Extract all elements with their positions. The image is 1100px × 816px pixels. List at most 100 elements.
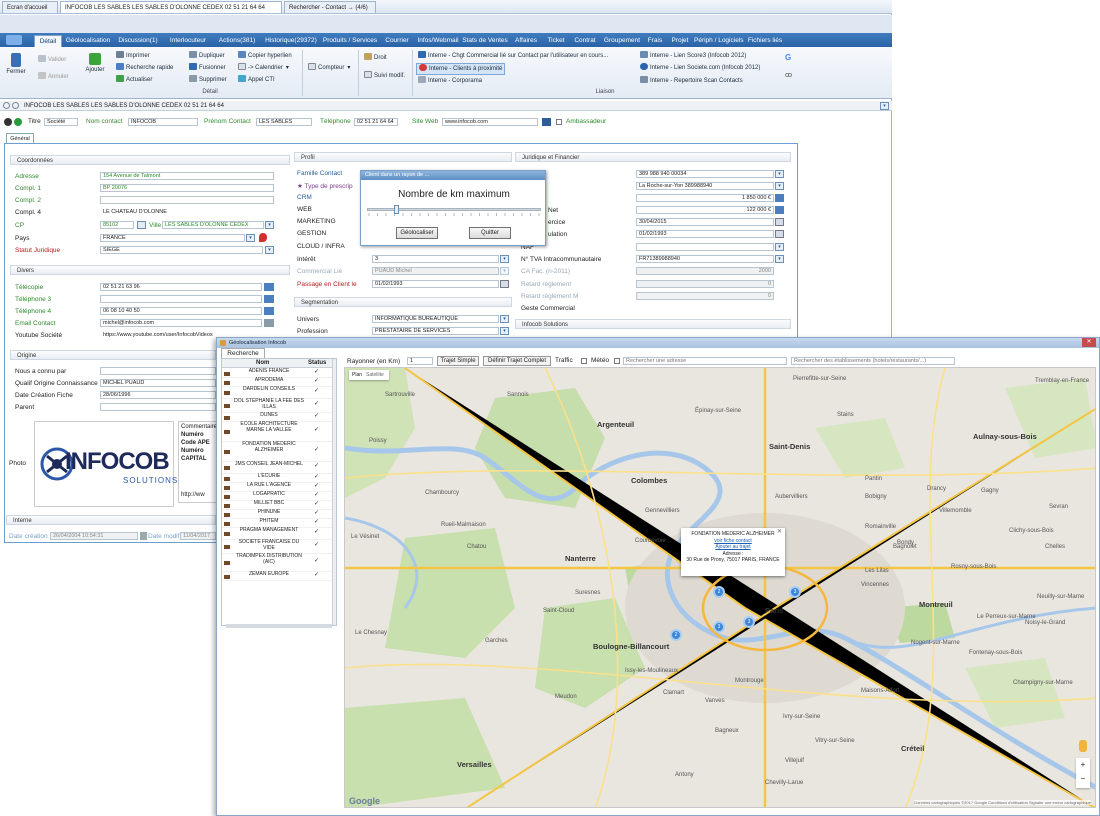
map-pin-icon[interactable]: [259, 233, 267, 242]
app-menu-icon[interactable]: [6, 35, 22, 45]
ribbon-tab[interactable]: Géolocalisation: [64, 35, 112, 47]
ribbon-tab[interactable]: Détail: [34, 35, 62, 47]
contact-name-field[interactable]: INFOCOB: [128, 118, 198, 126]
list-item[interactable]: TRADIMPEX DISTRIBUTION (AIC) ✓: [222, 553, 332, 572]
ribbon-tab[interactable]: Périph / Logiciels: [694, 35, 744, 47]
address-search-input[interactable]: Rechercher une adresse: [623, 357, 787, 365]
ribbon-tab[interactable]: Contrat: [570, 35, 600, 47]
street-view-pegman-icon[interactable]: [1079, 740, 1087, 752]
revenue-field[interactable]: 1 850 000 €: [636, 194, 774, 202]
list-item[interactable]: ECOLE ARCHITECTURE MARNE LA VALLEE ✓: [222, 421, 332, 442]
company-creation-field[interactable]: 01/02/1993: [636, 230, 774, 238]
tab-home[interactable]: Ecran d'accueil: [2, 1, 58, 13]
calendar-icon[interactable]: [775, 230, 784, 238]
map-type-plan[interactable]: Plan: [352, 370, 362, 380]
ribbon-tab[interactable]: Ticket: [544, 35, 568, 47]
map-type-satellite[interactable]: Satellite: [366, 370, 384, 380]
ribbon-tab[interactable]: Courrier: [380, 35, 414, 47]
ribbon-tab[interactable]: Projet: [668, 35, 692, 47]
quick-search-button[interactable]: Recherche rapide: [116, 63, 173, 73]
edit-icon[interactable]: [137, 221, 146, 229]
country-field[interactable]: FRANCE: [100, 234, 245, 242]
title-field[interactable]: Société: [44, 118, 78, 126]
legal-status-field[interactable]: SIEGE: [100, 246, 263, 254]
mail-icon[interactable]: [264, 319, 274, 327]
ambassador-checkbox[interactable]: [556, 119, 562, 125]
origin-qualification-field[interactable]: MICHEL PUAUD: [100, 379, 216, 387]
liaison-corporama-button[interactable]: Interne - Corporama: [418, 76, 482, 86]
calendar-button[interactable]: -> Calendrier ▾: [238, 63, 289, 73]
weather-checkbox[interactable]: [614, 358, 620, 364]
cluster-marker[interactable]: 2: [670, 629, 682, 641]
map-type-control[interactable]: Plan Satellite: [349, 370, 389, 380]
calendar-icon[interactable]: [775, 218, 784, 226]
print-button[interactable]: Imprimer: [116, 51, 150, 61]
ribbon-tab[interactable]: Groupement: [602, 35, 642, 47]
universe-dropdown[interactable]: ▾: [500, 315, 509, 323]
ribbon-tab[interactable]: Interlocuteur: [164, 35, 212, 47]
km-slider[interactable]: [367, 205, 541, 214]
siret-dropdown[interactable]: ▾: [775, 170, 784, 178]
close-icon[interactable]: ✕: [777, 529, 782, 536]
merge-button[interactable]: Fusionner: [189, 63, 226, 73]
rcs-dropdown[interactable]: ▾: [775, 182, 784, 190]
ribbon-tab[interactable]: Infos/Webmail: [416, 35, 460, 47]
cluster-marker[interactable]: 3: [789, 586, 801, 598]
fax-field[interactable]: 02 51 21 63 96: [100, 283, 262, 291]
naf-dropdown[interactable]: ▾: [775, 243, 784, 251]
rcs-field[interactable]: La Roche-sur-Yon 389988940: [636, 182, 774, 190]
add-button[interactable]: Ajouter: [82, 53, 108, 73]
legal-status-dropdown[interactable]: ▾: [265, 246, 274, 254]
radius-input[interactable]: 1: [407, 357, 433, 365]
tab-search-contact[interactable]: Rechercher - Contact → (4/6): [284, 1, 376, 13]
calendar-icon[interactable]: [500, 280, 509, 288]
website-field[interactable]: www.infocob.com: [442, 118, 538, 126]
compl4-field[interactable]: LE CHATEAU D'OLONNE: [100, 208, 274, 216]
cluster-marker[interactable]: 3: [743, 616, 755, 628]
ribbon-tab[interactable]: Actions(381): [214, 35, 260, 47]
list-scrollbar[interactable]: [332, 359, 336, 625]
simple-route-button[interactable]: Trajet Simple: [437, 356, 479, 366]
ribbon-tab[interactable]: Produits / Services: [322, 35, 378, 47]
phone-icon[interactable]: [264, 295, 274, 303]
close-icon[interactable]: ✕: [1082, 338, 1096, 347]
zoom-control[interactable]: + −: [1076, 758, 1090, 788]
compl2-field[interactable]: [100, 196, 274, 204]
ribbon-tab[interactable]: Affaires: [510, 35, 542, 47]
full-route-button[interactable]: Définir Trajet Complet: [483, 356, 551, 366]
fiscal-year-field[interactable]: 30/04/2015: [636, 218, 774, 226]
validate-button[interactable]: Valider: [38, 55, 66, 65]
traffic-checkbox[interactable]: [581, 358, 587, 364]
phone-icon[interactable]: [264, 307, 274, 315]
calculator-icon[interactable]: [775, 206, 784, 214]
list-item[interactable]: ZEMAN EUROPE ✓: [222, 571, 332, 581]
zoom-out-icon[interactable]: −: [1076, 772, 1090, 786]
address-dropdown[interactable]: ▾: [880, 102, 889, 110]
naf-field[interactable]: [636, 243, 774, 251]
cti-call-button[interactable]: Appel CTI: [238, 75, 275, 85]
refresh-button[interactable]: Actualiser: [116, 75, 152, 85]
cluster-marker[interactable]: 3: [713, 621, 725, 633]
quit-button[interactable]: Quitter: [469, 227, 511, 239]
zip-field[interactable]: 85102: [100, 221, 134, 229]
ribbon-tab[interactable]: Frais: [644, 35, 666, 47]
close-button[interactable]: Fermer: [4, 53, 28, 75]
profession-dropdown[interactable]: ▾: [500, 327, 509, 335]
client-since-field[interactable]: 01/02/1993: [372, 280, 499, 288]
home-icon[interactable]: [542, 118, 551, 126]
siret-field[interactable]: 389 988 940 00034: [636, 170, 774, 178]
counter-button[interactable]: Compteur ▾: [308, 63, 350, 73]
tab-contact[interactable]: INFOCOB LES SABLES LES SABLES D'OLONNE C…: [60, 1, 282, 13]
geolocate-button[interactable]: Géolocaliser: [396, 227, 438, 239]
back-icon[interactable]: [3, 102, 10, 109]
comment-box[interactable]: Commentaire Numéro Code APE Numéro CAPIT…: [178, 421, 218, 503]
ribbon-tab[interactable]: Discussion(1): [114, 35, 162, 47]
forward-icon[interactable]: [12, 102, 19, 109]
interest-field[interactable]: 3: [372, 255, 499, 263]
youtube-field[interactable]: https://www.youtube.com/user/InfocobVide…: [100, 331, 216, 339]
ribbon-tab[interactable]: Fichiers liés: [744, 35, 786, 47]
tab-general[interactable]: Général: [6, 133, 34, 143]
list-item[interactable]: SOCIETE FRANCAISE DU VIDE ✓: [222, 539, 332, 554]
country-dropdown[interactable]: ▾: [246, 234, 255, 242]
vat-field[interactable]: FR71389988940: [636, 255, 774, 263]
